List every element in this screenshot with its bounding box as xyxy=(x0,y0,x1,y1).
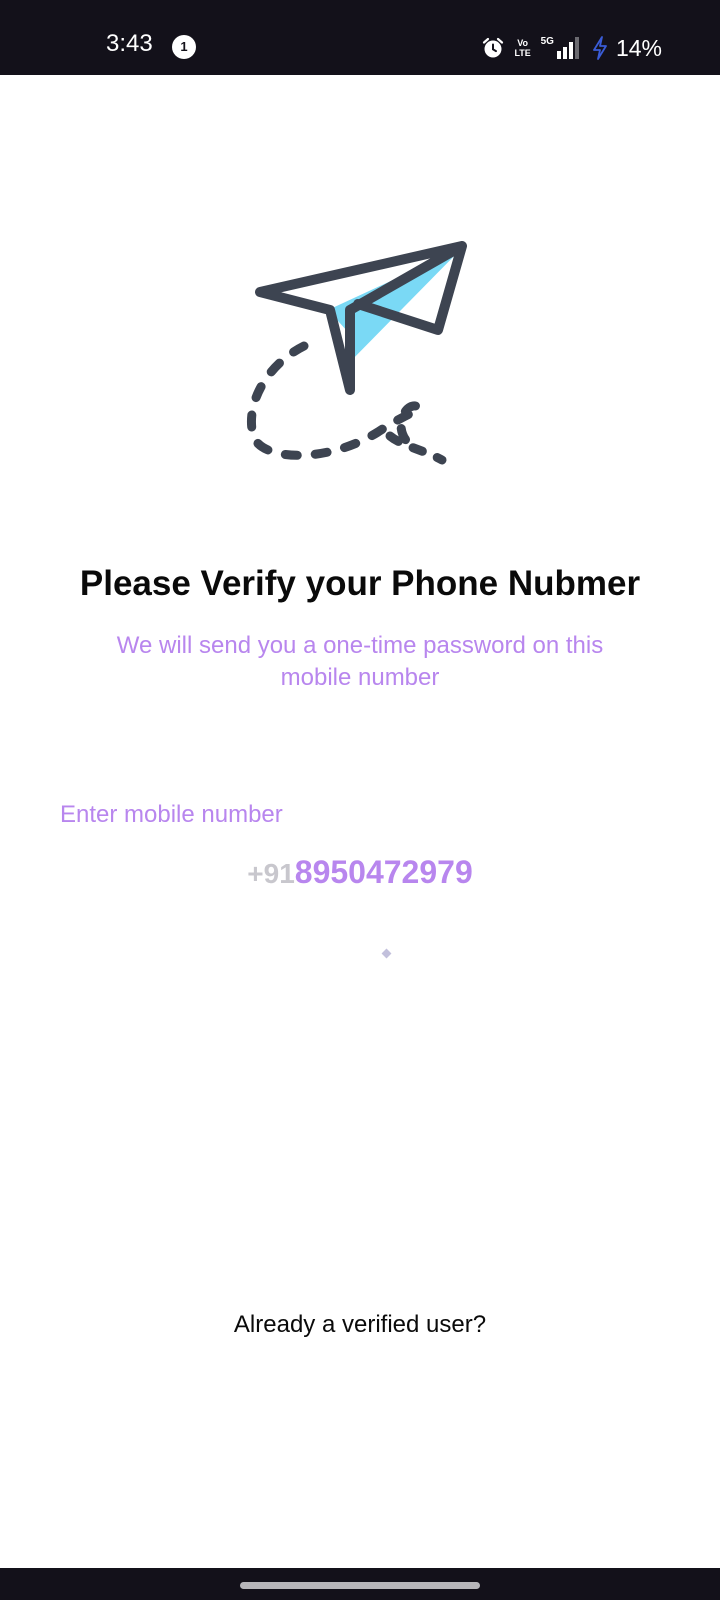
battery-percent: 14% xyxy=(615,35,662,61)
volte-icon: Vo LTE xyxy=(513,38,533,58)
signal-icon xyxy=(556,37,579,59)
navigation-bar xyxy=(0,1568,720,1600)
page-title: Please Verify your Phone Nubmer xyxy=(79,564,641,603)
alarm-icon xyxy=(482,37,503,58)
country-code[interactable]: +91 xyxy=(247,858,295,889)
home-gesture-handle[interactable] xyxy=(240,1582,480,1589)
notification-count-badge: 1 xyxy=(172,35,196,59)
mobile-number-input[interactable]: 8950472979 xyxy=(295,854,473,890)
paper-plane-icon xyxy=(246,241,467,465)
status-bar: 3:43 1 Vo LTE 5G 14% xyxy=(0,0,720,75)
signal-group: 5G xyxy=(541,37,580,59)
volte-bottom-text: LTE xyxy=(514,48,531,58)
page-subtitle: We will send you a one-time password on … xyxy=(116,632,604,691)
charging-bolt-icon xyxy=(593,36,607,60)
status-time: 3:43 xyxy=(106,30,153,57)
volte-top-text: Vo xyxy=(517,38,529,48)
loading-indicator xyxy=(381,948,392,959)
mobile-number-label: Enter mobile number xyxy=(60,801,283,828)
network-type: 5G xyxy=(540,36,554,47)
status-icons: Vo LTE 5G 14% xyxy=(481,34,662,62)
already-verified-link[interactable]: Already a verified user? xyxy=(0,1310,720,1340)
mobile-number-field[interactable]: +918950472979 xyxy=(0,852,720,899)
